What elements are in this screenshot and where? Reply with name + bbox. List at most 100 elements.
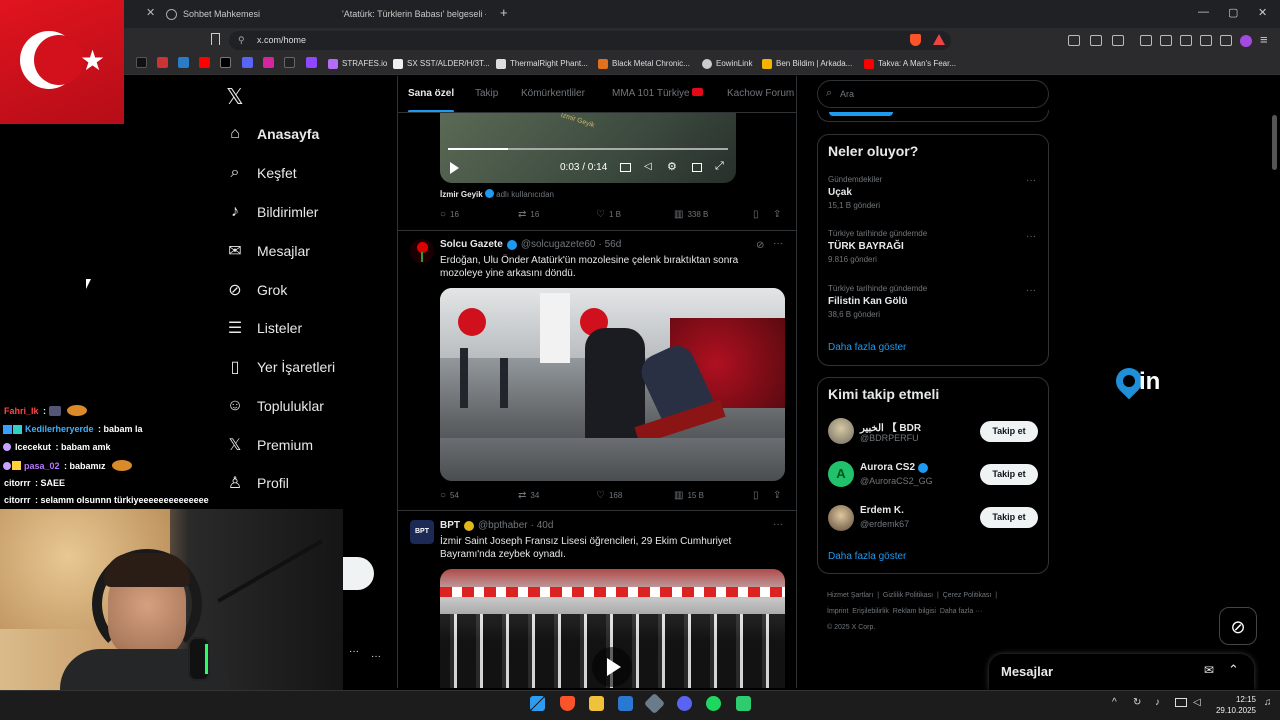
nav-premium[interactable]: 𝕏 Premium [226, 436, 313, 454]
discord-icon[interactable] [677, 696, 692, 711]
bookmark-icon-blue[interactable] [178, 57, 189, 68]
menu-icon[interactable]: ≡ [1260, 32, 1268, 47]
brave-shield-icon[interactable] [910, 34, 921, 46]
footer-link[interactable]: İmprint [827, 608, 848, 615]
bookmark-icon-black[interactable] [284, 57, 295, 68]
nav-grok[interactable]: ⊘ Grok [226, 281, 287, 299]
trend-item[interactable]: Gündemdekiler Uçak 15,1 B gönderi [828, 175, 1038, 210]
leo-icon[interactable] [1200, 35, 1212, 46]
wallet-icon[interactable] [1180, 35, 1192, 46]
clock[interactable]: 12:15 29.10.2025 [1208, 694, 1256, 716]
views-button[interactable]: ▥ 15 B [674, 490, 704, 501]
spotify-icon[interactable] [706, 696, 721, 711]
avatar[interactable] [828, 418, 854, 444]
follow-button[interactable]: Takip et [980, 507, 1038, 528]
app-icon[interactable] [736, 696, 751, 711]
more-icon[interactable]: ··· [1026, 175, 1036, 186]
more-icon[interactable]: ··· [1026, 231, 1036, 242]
active-tab-close[interactable]: ✕ [146, 6, 155, 19]
bookmark-button[interactable]: ▯ [753, 490, 763, 501]
nav-messages[interactable]: ✉ Mesajlar [226, 242, 310, 260]
footer-link[interactable]: Çerez Politikası [943, 592, 992, 599]
more-icon[interactable]: ··· [773, 519, 783, 530]
tweet-video[interactable] [440, 569, 785, 688]
source-author[interactable]: İzmir Geyik [440, 190, 483, 199]
more-icon[interactable]: ··· [773, 238, 783, 249]
more-options-icon[interactable]: ··· [371, 651, 381, 662]
footer-link[interactable]: Hizmet Şartları [827, 592, 873, 599]
follow-name[interactable]: Aurora CS2 [860, 462, 929, 473]
author-handle[interactable]: @bpthaber [478, 520, 528, 531]
author-handle[interactable]: @solcugazete60 [521, 239, 596, 250]
bookmark-thermalright[interactable]: ThermalRight Phant... [496, 57, 588, 70]
bookmark-page-icon[interactable] [211, 33, 220, 45]
views-button[interactable]: ▥ 338 B [674, 209, 708, 220]
nav-bookmarks[interactable]: ▯ Yer İşaretleri [226, 358, 335, 376]
avatar[interactable]: BPT [410, 520, 434, 544]
maximize-button[interactable]: ▢ [1228, 6, 1238, 19]
instagram-icon[interactable] [263, 57, 274, 68]
tab-kachow[interactable]: Kachow Forum [727, 88, 796, 99]
captions-icon[interactable] [620, 163, 631, 172]
settings-icon[interactable]: ⚙ [667, 160, 677, 173]
extension-icon[interactable] [1140, 35, 1152, 46]
show-more-link[interactable]: Daha fazla göster [828, 342, 906, 353]
scrollbar[interactable] [1272, 115, 1277, 170]
bookmark-takva[interactable]: Takva: A Man's Fear... [864, 57, 956, 70]
tab-sohbet[interactable]: Sohbet Mahkemesi [166, 3, 326, 25]
footer-link[interactable]: Reklam bilgisi [893, 608, 936, 615]
more-options-icon[interactable]: ··· [349, 646, 359, 657]
grok-float-button[interactable]: ⊘ [1219, 607, 1257, 645]
expand-icon[interactable]: ⌃ [1228, 662, 1239, 678]
follow-name[interactable]: Erdem K. [860, 505, 904, 516]
sidebar-icon[interactable] [1160, 35, 1172, 46]
search-input[interactable]: ⌕ Ara [817, 80, 1049, 108]
twitch-icon[interactable] [306, 57, 317, 68]
tab-mma[interactable]: MMA 101 Türkiye [612, 88, 704, 99]
like-button[interactable]: ♡ 168 [596, 490, 622, 501]
pip-icon[interactable] [692, 163, 702, 172]
profile-icon[interactable] [1240, 35, 1252, 47]
avatar[interactable] [828, 505, 854, 531]
follow-button[interactable]: Takip et [980, 464, 1038, 485]
avatar[interactable] [410, 239, 434, 263]
volume-icon[interactable]: ◁ [644, 161, 652, 172]
bookmark-icon-indigo[interactable] [242, 57, 253, 68]
tab-for-you[interactable]: Sana özel [408, 88, 454, 99]
bookmark-eowinlink[interactable]: EowinLink [702, 57, 752, 70]
like-button[interactable]: ♡ 1 B [596, 209, 621, 220]
nav-explore[interactable]: ⌕ Keşfet [226, 164, 297, 182]
site-info-icon[interactable]: ⚲ [238, 35, 245, 46]
trend-item[interactable]: Türkiye tarihinde gündemde Filistin Kan … [828, 284, 1038, 319]
nav-profile[interactable]: ♙ Profil [226, 474, 289, 492]
bookmark-strafes[interactable]: STRAFES.io [328, 57, 387, 70]
tweet-image[interactable] [440, 288, 785, 481]
x-logo-icon[interactable]: 𝕏 [226, 84, 244, 110]
bookmark-sx[interactable]: SX SST/ALDER/H/3T... [393, 57, 490, 70]
play-icon[interactable] [450, 162, 459, 174]
footer-link[interactable]: Daha fazla ··· [940, 608, 982, 615]
avatar[interactable]: A [828, 461, 854, 487]
extension-icon[interactable] [1068, 35, 1080, 46]
share-button[interactable]: ⇪ [773, 209, 785, 220]
reply-button[interactable]: ○ 16 [440, 209, 459, 220]
bookmark-benbildim[interactable]: Ben Bildim | Arkada... [762, 57, 852, 70]
x-icon[interactable] [220, 57, 231, 68]
bookmark-blackmetal[interactable]: Black Metal Chronic... [598, 57, 690, 70]
extension-icon[interactable] [1112, 35, 1124, 46]
new-tab-button[interactable]: + [500, 5, 508, 20]
nav-home[interactable]: ⌂ Anasayfa [226, 125, 319, 143]
video-player[interactable]: İzmir Geyik 0:03 / 0:14 ◁ ⚙ ⤢ [440, 113, 736, 183]
brave-rewards-icon[interactable] [933, 34, 945, 45]
tab-following[interactable]: Takip [475, 88, 498, 99]
trend-item[interactable]: Türkiye tarihinde gündemde TÜRK BAYRAĞI … [828, 229, 1038, 264]
show-more-link[interactable]: Daha fazla göster [828, 551, 906, 562]
compose-message-icon[interactable]: ✉ [1204, 663, 1214, 677]
nav-communities[interactable]: ☺ Topluluklar [226, 397, 324, 415]
tab-ataturk[interactable]: 'Atatürk: Türklerin Babası' belgeseli - [336, 3, 486, 25]
notification-bell-icon[interactable]: ♫ [1264, 697, 1272, 708]
minimize-button[interactable]: — [1198, 6, 1209, 18]
nav-lists[interactable]: ☰ Listeler [226, 319, 302, 337]
tray-mic-icon[interactable]: ♪ [1155, 697, 1160, 708]
brave-icon[interactable] [560, 696, 575, 711]
